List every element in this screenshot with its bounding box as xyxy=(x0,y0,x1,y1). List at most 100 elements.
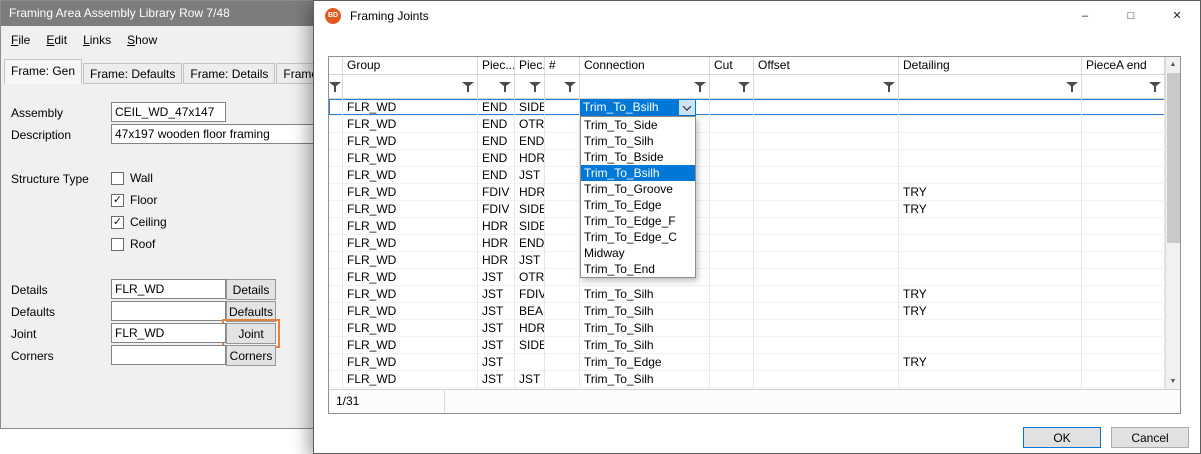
row-selector-cell[interactable] xyxy=(329,286,343,302)
cell-piecea-end[interactable] xyxy=(1082,337,1165,353)
details-button[interactable]: Details xyxy=(226,279,276,300)
corners-button[interactable]: Corners xyxy=(226,345,276,366)
close-button[interactable]: ✕ xyxy=(1154,1,1200,31)
cell-group[interactable]: FLR_WD xyxy=(343,286,478,302)
row-selector-cell[interactable] xyxy=(329,337,343,353)
dropdown-option[interactable]: Trim_To_Silh xyxy=(581,133,695,149)
filter-funnel-icon[interactable] xyxy=(694,81,706,92)
header-offset[interactable]: Offset xyxy=(754,57,899,74)
cell-group[interactable]: FLR_WD xyxy=(343,320,478,336)
cell-piecea-end[interactable] xyxy=(1082,99,1165,115)
cell-piece-b[interactable]: HDR xyxy=(515,320,545,336)
cancel-button[interactable]: Cancel xyxy=(1111,427,1189,448)
row-selector-cell[interactable] xyxy=(329,371,343,387)
combobox-dropdown-button[interactable] xyxy=(679,100,695,115)
minimize-button[interactable]: – xyxy=(1062,1,1108,31)
cell-piece-a[interactable]: JST xyxy=(478,354,515,370)
cell-connection[interactable]: Trim_To_Bsilh xyxy=(580,99,710,115)
dropdown-option[interactable]: Trim_To_Edge_F xyxy=(581,213,695,229)
cell-piece-a[interactable]: JST xyxy=(478,303,515,319)
table-row[interactable]: FLR_WDHDREND xyxy=(329,235,1165,252)
cell-detailing[interactable]: TRY xyxy=(899,303,1082,319)
menu-item-file[interactable]: File xyxy=(3,33,38,47)
cell-detailing[interactable] xyxy=(899,116,1082,132)
cell-connection[interactable]: Trim_To_Silh xyxy=(580,320,710,336)
cell-cut[interactable] xyxy=(710,116,754,132)
filter-connection[interactable] xyxy=(580,75,710,98)
cell-piece-b[interactable]: HDR xyxy=(515,150,545,166)
filter-selector[interactable] xyxy=(329,75,343,98)
header-piece-b[interactable]: Piec... xyxy=(515,57,545,74)
cell-connection[interactable]: Trim_To_Silh xyxy=(580,303,710,319)
row-selector-cell[interactable] xyxy=(329,99,343,115)
dropdown-option[interactable]: Trim_To_Bsilh xyxy=(581,165,695,181)
row-selector-cell[interactable] xyxy=(329,252,343,268)
filter-piece-a[interactable] xyxy=(478,75,515,98)
cell-number[interactable] xyxy=(545,167,580,183)
cell-piecea-end[interactable] xyxy=(1082,354,1165,370)
maximize-button[interactable]: □ xyxy=(1108,1,1154,31)
cell-cut[interactable] xyxy=(710,252,754,268)
cell-piece-a[interactable]: JST xyxy=(478,337,515,353)
table-row[interactable]: FLR_WDJSTOTRM xyxy=(329,269,1165,286)
table-row[interactable]: FLR_WDENDEND xyxy=(329,133,1165,150)
cell-piecea-end[interactable] xyxy=(1082,235,1165,251)
cell-piece-b[interactable]: END xyxy=(515,235,545,251)
cell-offset[interactable] xyxy=(754,167,899,183)
assembly-window-titlebar[interactable]: Framing Area Assembly Library Row 7/48 xyxy=(1,1,330,26)
table-row[interactable]: FLR_WDENDSIDETrim_To_Bsilh xyxy=(329,99,1165,116)
cell-detailing[interactable] xyxy=(899,235,1082,251)
cell-piecea-end[interactable] xyxy=(1082,150,1165,166)
cell-number[interactable] xyxy=(545,320,580,336)
row-selector-cell[interactable] xyxy=(329,218,343,234)
cell-detailing[interactable] xyxy=(899,252,1082,268)
dialog-titlebar[interactable]: BD Framing Joints – □ ✕ xyxy=(314,1,1200,31)
cell-group[interactable]: FLR_WD xyxy=(343,201,478,217)
joint-button[interactable]: Joint xyxy=(226,323,276,344)
cell-piece-a[interactable]: END xyxy=(478,167,515,183)
details-input[interactable] xyxy=(111,279,226,299)
header-cut[interactable]: Cut xyxy=(710,57,754,74)
header-connection[interactable]: Connection xyxy=(580,57,710,74)
cell-offset[interactable] xyxy=(754,303,899,319)
dropdown-option[interactable]: Trim_To_Edge_C xyxy=(581,229,695,245)
cell-piecea-end[interactable] xyxy=(1082,320,1165,336)
cell-offset[interactable] xyxy=(754,184,899,200)
scroll-up-icon[interactable]: ▲ xyxy=(1166,57,1180,72)
cell-group[interactable]: FLR_WD xyxy=(343,269,478,285)
filter-funnel-icon[interactable] xyxy=(462,81,474,92)
cell-detailing[interactable]: TRY xyxy=(899,201,1082,217)
cell-piece-b[interactable]: SIDE xyxy=(515,218,545,234)
row-selector-cell[interactable] xyxy=(329,133,343,149)
table-row[interactable]: FLR_WDJSTSIDETrim_To_Silh xyxy=(329,337,1165,354)
cell-piece-b[interactable]: JST xyxy=(515,371,545,387)
cell-piecea-end[interactable] xyxy=(1082,303,1165,319)
table-row[interactable]: FLR_WDJSTBEAMTrim_To_SilhTRY xyxy=(329,303,1165,320)
cell-detailing[interactable] xyxy=(899,99,1082,115)
checkbox-ceiling[interactable]: ✓Ceiling xyxy=(111,214,167,230)
cell-offset[interactable] xyxy=(754,218,899,234)
cell-piece-a[interactable]: JST xyxy=(478,269,515,285)
cell-piece-a[interactable]: JST xyxy=(478,371,515,387)
cell-piecea-end[interactable] xyxy=(1082,218,1165,234)
cell-piece-a[interactable]: JST xyxy=(478,286,515,302)
cell-group[interactable]: FLR_WD xyxy=(343,252,478,268)
cell-offset[interactable] xyxy=(754,269,899,285)
row-selector-cell[interactable] xyxy=(329,320,343,336)
cell-piece-a[interactable]: END xyxy=(478,99,515,115)
header-number[interactable]: # xyxy=(545,57,580,74)
table-row[interactable]: FLR_WDJSTJSTTrim_To_Silh xyxy=(329,371,1165,388)
cell-group[interactable]: FLR_WD xyxy=(343,99,478,115)
cell-piece-a[interactable]: END xyxy=(478,150,515,166)
cell-number[interactable] xyxy=(545,218,580,234)
filter-number[interactable] xyxy=(545,75,580,98)
checkbox-wall[interactable]: Wall xyxy=(111,170,153,186)
header-piece-a[interactable]: Piec... xyxy=(478,57,515,74)
cell-detailing[interactable]: TRY xyxy=(899,184,1082,200)
cell-piecea-end[interactable] xyxy=(1082,252,1165,268)
cell-number[interactable] xyxy=(545,354,580,370)
dropdown-option[interactable]: Trim_To_End xyxy=(581,261,695,277)
cell-offset[interactable] xyxy=(754,99,899,115)
cell-number[interactable] xyxy=(545,371,580,387)
cell-piece-b[interactable]: OTRM xyxy=(515,269,545,285)
